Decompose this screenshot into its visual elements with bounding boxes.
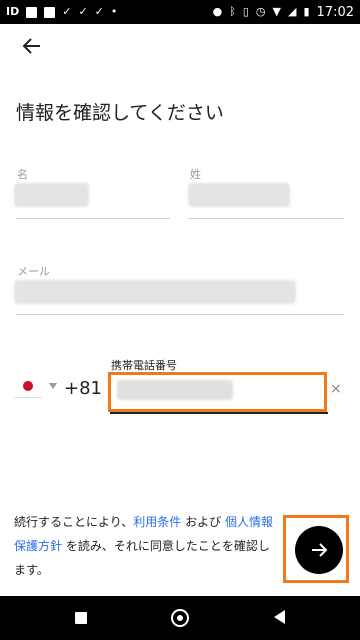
phone-value: [117, 380, 233, 400]
check-icon: ✓: [62, 5, 72, 18]
back-nav-icon[interactable]: [274, 610, 285, 624]
email-field[interactable]: [14, 280, 296, 304]
first-name-label: 名: [17, 168, 28, 181]
recents-icon[interactable]: [75, 612, 87, 624]
vibrate-icon: ▯: [242, 5, 249, 18]
email-underline: [16, 314, 344, 315]
phone-label: 携帯電話番号: [111, 359, 177, 372]
flag-dot: [23, 381, 33, 391]
status-bar-right: ● ᛒ ▯ ◷ ▼ ◢ ▮ 17:02: [213, 5, 354, 20]
alert-icon: [44, 6, 56, 18]
arrow-left-icon[interactable]: [18, 32, 46, 60]
phone-input[interactable]: [108, 372, 327, 412]
last-name-underline: [188, 218, 344, 219]
first-name-underline: [16, 218, 170, 219]
last-name-field[interactable]: [188, 183, 290, 207]
page-title: 情報を確認してください: [16, 102, 224, 124]
signal-icon: ◢: [288, 5, 297, 18]
home-icon-inner: [177, 615, 183, 621]
clear-icon[interactable]: ×: [330, 381, 342, 397]
country-code[interactable]: +81: [64, 378, 102, 399]
japan-flag-icon[interactable]: [14, 375, 42, 398]
next-button[interactable]: [295, 526, 343, 574]
image-icon: [26, 6, 38, 18]
bluetooth-icon: ᛒ: [229, 5, 236, 18]
chevron-down-icon[interactable]: [49, 383, 57, 389]
status-time: 17:02: [316, 4, 354, 20]
legal-text-2: および: [181, 515, 225, 529]
check-icon: ✓: [94, 5, 104, 18]
check-icon: ✓: [78, 5, 88, 18]
battery-icon: ▮: [303, 5, 310, 18]
first-name-field[interactable]: [14, 183, 89, 207]
legal-text-1: 続行することにより、: [14, 515, 134, 529]
id-icon: ID: [6, 5, 20, 18]
dot-icon: •: [110, 5, 118, 18]
wifi-icon: ▼: [272, 5, 281, 18]
status-bar-left: ID ✓ ✓ ✓ •: [6, 6, 117, 18]
terms-link[interactable]: 利用条件: [133, 515, 181, 529]
home-icon[interactable]: [171, 609, 189, 627]
alarm-icon: ◷: [255, 5, 266, 18]
legal-text: 続行することにより、利用条件 および 個人情報保護方針 を読み、それに同意したこ…: [14, 510, 276, 582]
location-icon: ●: [212, 5, 223, 18]
arrow-right-icon: [312, 543, 328, 557]
status-bar: ID ✓ ✓ ✓ • ● ᛒ ▯ ◷ ▼ ◢ ▮ 17:02: [0, 0, 360, 24]
phone-underline: [110, 412, 328, 414]
email-label: メール: [17, 265, 50, 278]
last-name-label: 姓: [190, 168, 201, 181]
